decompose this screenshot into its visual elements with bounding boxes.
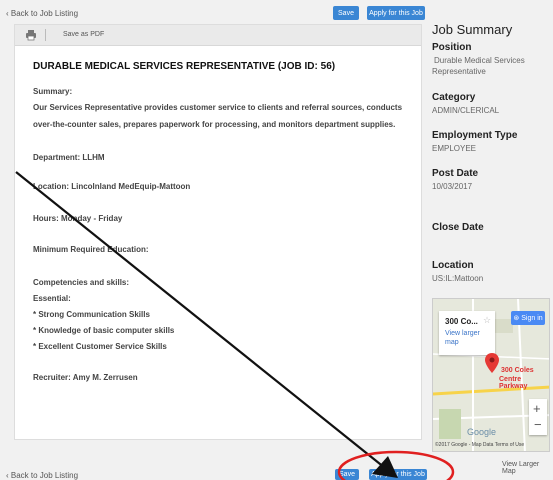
printer-icon[interactable] [25, 28, 37, 46]
skill-item: * Strong Communication Skills [33, 310, 150, 319]
apply-button-top[interactable]: Apply for this Job [367, 6, 425, 20]
post-date-label: Post Date [432, 168, 479, 179]
skill-item: * Knowledge of basic computer skills [33, 326, 175, 335]
competencies-heading: Competencies and skills: [33, 278, 130, 287]
zoom-in-icon[interactable]: + [533, 401, 541, 416]
position-value: Durable Medical Services [434, 56, 525, 65]
category-label: Category [432, 92, 476, 103]
save-as-pdf-link[interactable]: Save as PDF [63, 31, 104, 38]
department-text: Department: LLHM [33, 153, 105, 162]
employment-type-value: EMPLOYEE [432, 144, 477, 153]
summary-line-1: Our Services Representative provides cus… [33, 103, 403, 112]
star-icon[interactable]: ☆ [483, 315, 491, 326]
location-map[interactable]: 300 Co... ☆ View larger map ⊛ Sign in 300… [432, 298, 550, 452]
map-pin-label-2: Centre Parkway [499, 376, 528, 390]
education-text: Minimum Required Education: [33, 245, 149, 254]
person-icon: ⊛ [513, 315, 520, 322]
category-value: ADMIN/CLERICAL [432, 106, 500, 115]
employment-type-label: Employment Type [432, 130, 518, 141]
sign-in-label: Sign in [521, 314, 543, 322]
zoom-controls: + − [529, 399, 547, 435]
sign-in-button[interactable]: ⊛ Sign in [511, 311, 545, 325]
apply-button-bottom[interactable]: Apply for this Job [369, 469, 427, 480]
view-larger-map-link-bottom[interactable]: View Larger Map [502, 461, 553, 475]
job-summary-heading: Job Summary [432, 22, 513, 37]
back-to-listing-link-top[interactable]: ‹ Back to Job Listing [6, 9, 78, 18]
print-toolbar: Save as PDF [15, 25, 421, 46]
essential-heading: Essential: [33, 294, 71, 303]
save-button-top[interactable]: Save [333, 6, 359, 20]
job-title: DURABLE MEDICAL SERVICES REPRESENTATIVE … [33, 61, 336, 72]
job-description-card: Save as PDF DURABLE MEDICAL SERVICES REP… [14, 24, 422, 440]
location-value: US:IL:Mattoon [432, 274, 484, 283]
close-date-label: Close Date [432, 222, 484, 233]
map-place-name: 300 Co... [445, 317, 478, 326]
google-logo: Google [467, 427, 497, 437]
post-date-value: 10/03/2017 [432, 182, 473, 191]
summary-line-2: over-the-counter sales, prepares paperwo… [33, 120, 396, 129]
hours-text: Hours: Monday - Friday [33, 214, 123, 223]
map-pin-label: 300 Coles [501, 367, 534, 374]
map-pin-icon[interactable] [485, 353, 499, 378]
skill-item: * Excellent Customer Service Skills [33, 342, 167, 351]
map-place-card: 300 Co... ☆ View larger map [439, 311, 495, 355]
toolbar-divider [45, 29, 46, 41]
map-attribution[interactable]: ©2017 Google - Map Data Terms of Use [435, 442, 524, 448]
zoom-out-icon[interactable]: − [534, 417, 542, 432]
recruiter-text: Recruiter: Amy M. Zerrusen [33, 373, 138, 382]
save-button-bottom[interactable]: Save [335, 469, 359, 480]
summary-heading: Summary: [33, 87, 73, 96]
position-label: Position [432, 42, 472, 53]
view-larger-map-link[interactable]: View larger map [445, 329, 491, 347]
location-text: Location: Lincolnland MedEquip-Mattoon [33, 182, 191, 191]
location-label: Location [432, 260, 474, 271]
position-value-cont: Representative [432, 67, 486, 76]
back-to-listing-link-bottom[interactable]: ‹ Back to Job Listing [6, 471, 78, 480]
